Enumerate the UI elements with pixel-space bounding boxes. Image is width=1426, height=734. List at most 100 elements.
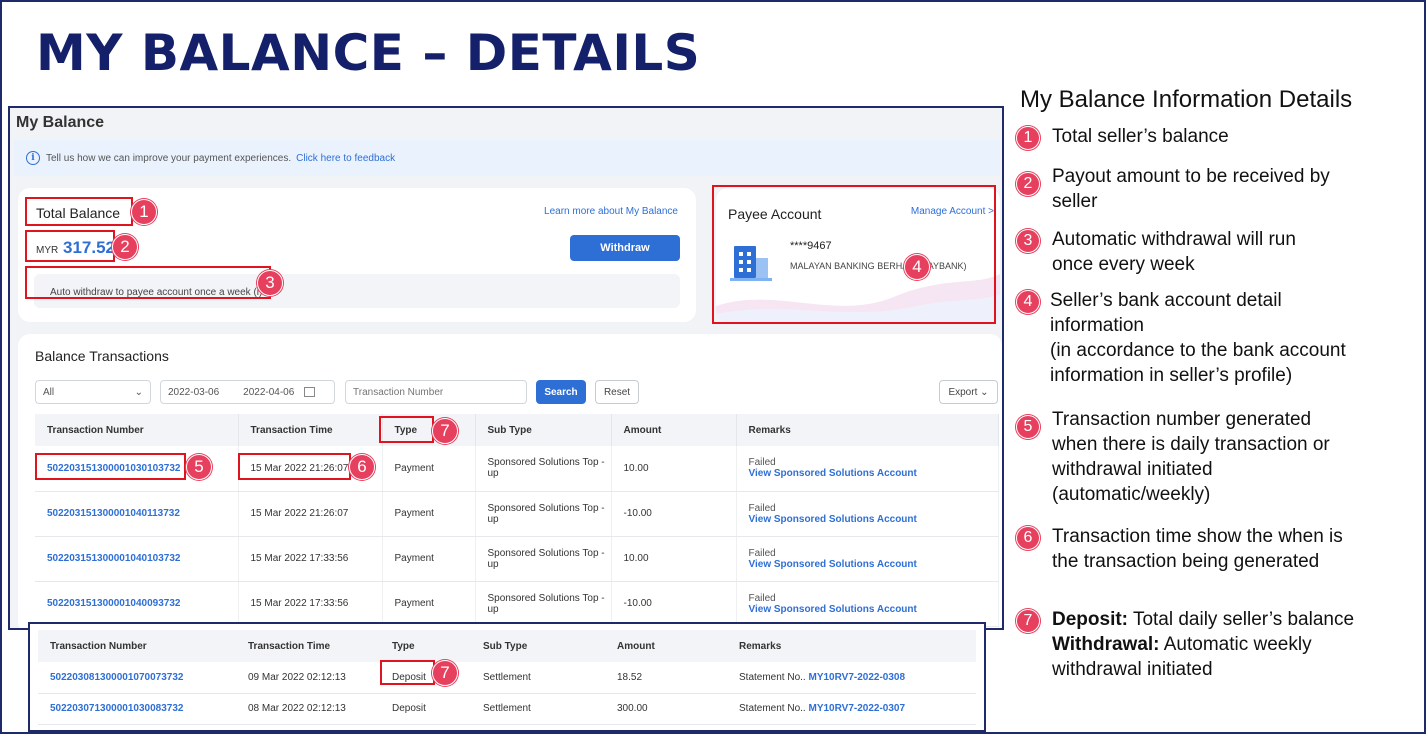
date-range-picker[interactable]: 2022-03-06 2022-04-06 [160,380,335,404]
column-header: Transaction Time [238,414,383,446]
highlight-transaction-number [35,453,186,480]
legend-line: when there is daily transaction or [1052,434,1330,455]
table-row: 502203151300001040103732 15 Mar 2022 17:… [35,536,999,582]
marker-7-deposit: 7 [432,660,458,686]
view-account-link[interactable]: View Sponsored Solutions Account [749,604,999,615]
legend-text: Transaction time show the when is the tr… [1052,524,1343,574]
slide-title: MY BALANCE – DETAILS [36,24,701,82]
export-label: Export [948,386,978,398]
legend-line: Payout amount to be received by [1052,166,1330,187]
transaction-remarks: Failed View Sponsored Solutions Account [736,446,999,492]
legend-marker: 5 [1016,415,1040,439]
legend-text: Transaction number generated when there … [1052,407,1330,507]
table-row: 502203081300001070073732 09 Mar 2022 02:… [38,662,976,694]
legend-line: (automatic/weekly) [1052,484,1211,505]
transaction-time: 15 Mar 2022 17:33:56 [238,536,383,582]
legend-line: information in seller’s profile) [1050,365,1293,386]
date-from: 2022-03-06 [168,386,220,398]
table-header-row: Transaction Number Transaction Time Type… [35,414,999,446]
transaction-number-link[interactable]: 502203071300001030083732 [38,693,236,725]
deposit-transactions-screenshot: Transaction Number Transaction Time Type… [28,622,986,732]
learn-more-link[interactable]: Learn more about My Balance [544,206,678,217]
transaction-remarks: Failed View Sponsored Solutions Account [736,536,999,582]
statement-prefix: Statement No.. [739,703,806,714]
legend-text: Total seller’s balance [1052,126,1229,147]
transaction-remarks: Failed View Sponsored Solutions Account [736,581,999,627]
view-account-link[interactable]: View Sponsored Solutions Account [749,559,999,570]
transaction-amount: 18.52 [605,662,727,694]
table-row: 502203151300001040113732 15 Mar 2022 21:… [35,491,999,537]
search-button[interactable]: Search [536,380,586,404]
legend-marker: 3 [1016,229,1040,253]
column-header: Transaction Number [38,630,236,662]
transaction-number-link[interactable]: 502203081300001070073732 [38,662,236,694]
legend-marker: 7 [1016,609,1040,633]
transaction-amount: 300.00 [605,693,727,725]
legend-text: Payout amount to be received by seller [1052,164,1330,214]
balance-transactions-card: Balance Transactions All ⌄ 2022-03-06 20… [18,334,1002,628]
marker-3: 3 [257,270,283,296]
transaction-time: 15 Mar 2022 21:26:07 [238,491,383,537]
marker-5: 5 [186,454,212,480]
statement-link[interactable]: MY10RV7-2022-0308 [808,672,905,683]
transactions-table: Transaction Number Transaction Time Type… [35,414,999,627]
view-account-link[interactable]: View Sponsored Solutions Account [749,468,999,479]
view-account-link[interactable]: View Sponsored Solutions Account [749,514,999,525]
transaction-amount: 10.00 [611,446,737,492]
feedback-banner: i Tell us how we can improve your paymen… [14,140,1000,176]
marker-4: 4 [904,254,930,280]
transaction-time: 08 Mar 2022 02:12:13 [236,693,380,725]
marker-1: 1 [131,199,157,225]
transaction-remarks: Statement No.. MY10RV7-2022-0307 [727,693,976,725]
feedback-link[interactable]: Click here to feedback [296,153,395,164]
legend-text: Automatic withdrawal will run once every… [1052,227,1296,277]
transaction-number-link[interactable]: 502203151300001040113732 [35,491,239,537]
status-text: Failed [748,547,776,559]
legend-marker: 6 [1016,526,1040,550]
deposit-transactions-table: Transaction Number Transaction Time Type… [38,630,976,725]
feedback-text: Tell us how we can improve your payment … [46,152,292,164]
transaction-amount: -10.00 [611,581,737,627]
transaction-type: Payment [382,446,476,492]
withdrawal-label: Withdrawal: [1052,634,1160,655]
withdrawal-text: Automatic weekly [1163,634,1312,655]
column-header: Sub Type [475,414,612,446]
legend-line: Seller’s bank account detail [1050,290,1282,311]
export-button[interactable]: Export ⌄ [939,380,998,404]
transaction-number-input[interactable] [345,380,527,404]
statement-prefix: Statement No.. [739,671,806,683]
reset-button[interactable]: Reset [595,380,639,404]
date-to: 2022-04-06 [243,386,295,398]
calendar-icon [304,387,316,397]
legend-text: Seller’s bank account detail information… [1050,288,1346,388]
legend-line: seller [1052,191,1098,212]
transaction-subtype: Settlement [471,662,605,694]
highlight-total-balance [25,197,133,226]
chevron-down-icon: ⌄ [980,386,989,398]
status-text: Failed [748,502,776,514]
highlight-balance-amount [25,230,115,262]
marker-2: 2 [112,234,138,260]
transaction-number-link[interactable]: 502203151300001040103732 [35,536,239,582]
table-row: 502203151300001040093732 15 Mar 2022 17:… [35,581,999,627]
transaction-type: Payment [382,491,476,537]
column-header: Amount [605,630,727,662]
table-row: 502203071300001030083732 08 Mar 2022 02:… [38,693,976,725]
transaction-type: Payment [382,536,476,582]
marker-7: 7 [432,418,458,444]
highlight-payee-account [712,185,996,324]
transaction-remarks: Failed View Sponsored Solutions Account [736,491,999,537]
column-header: Remarks [736,414,999,446]
legend-line: Deposit: Total daily seller’s balance [1052,607,1354,632]
transaction-amount: 10.00 [611,536,737,582]
info-icon: i [26,151,40,165]
transaction-time: 09 Mar 2022 02:12:13 [236,662,380,694]
marker-6: 6 [349,454,375,480]
transaction-subtype: Settlement [471,693,605,725]
type-filter-select[interactable]: All ⌄ [35,380,151,404]
statement-link[interactable]: MY10RV7-2022-0307 [808,703,905,714]
transaction-number-link[interactable]: 502203151300001040093732 [35,581,239,627]
column-header: Transaction Time [236,630,380,662]
withdraw-button[interactable]: Withdraw [570,235,680,261]
transaction-type: Payment [382,581,476,627]
